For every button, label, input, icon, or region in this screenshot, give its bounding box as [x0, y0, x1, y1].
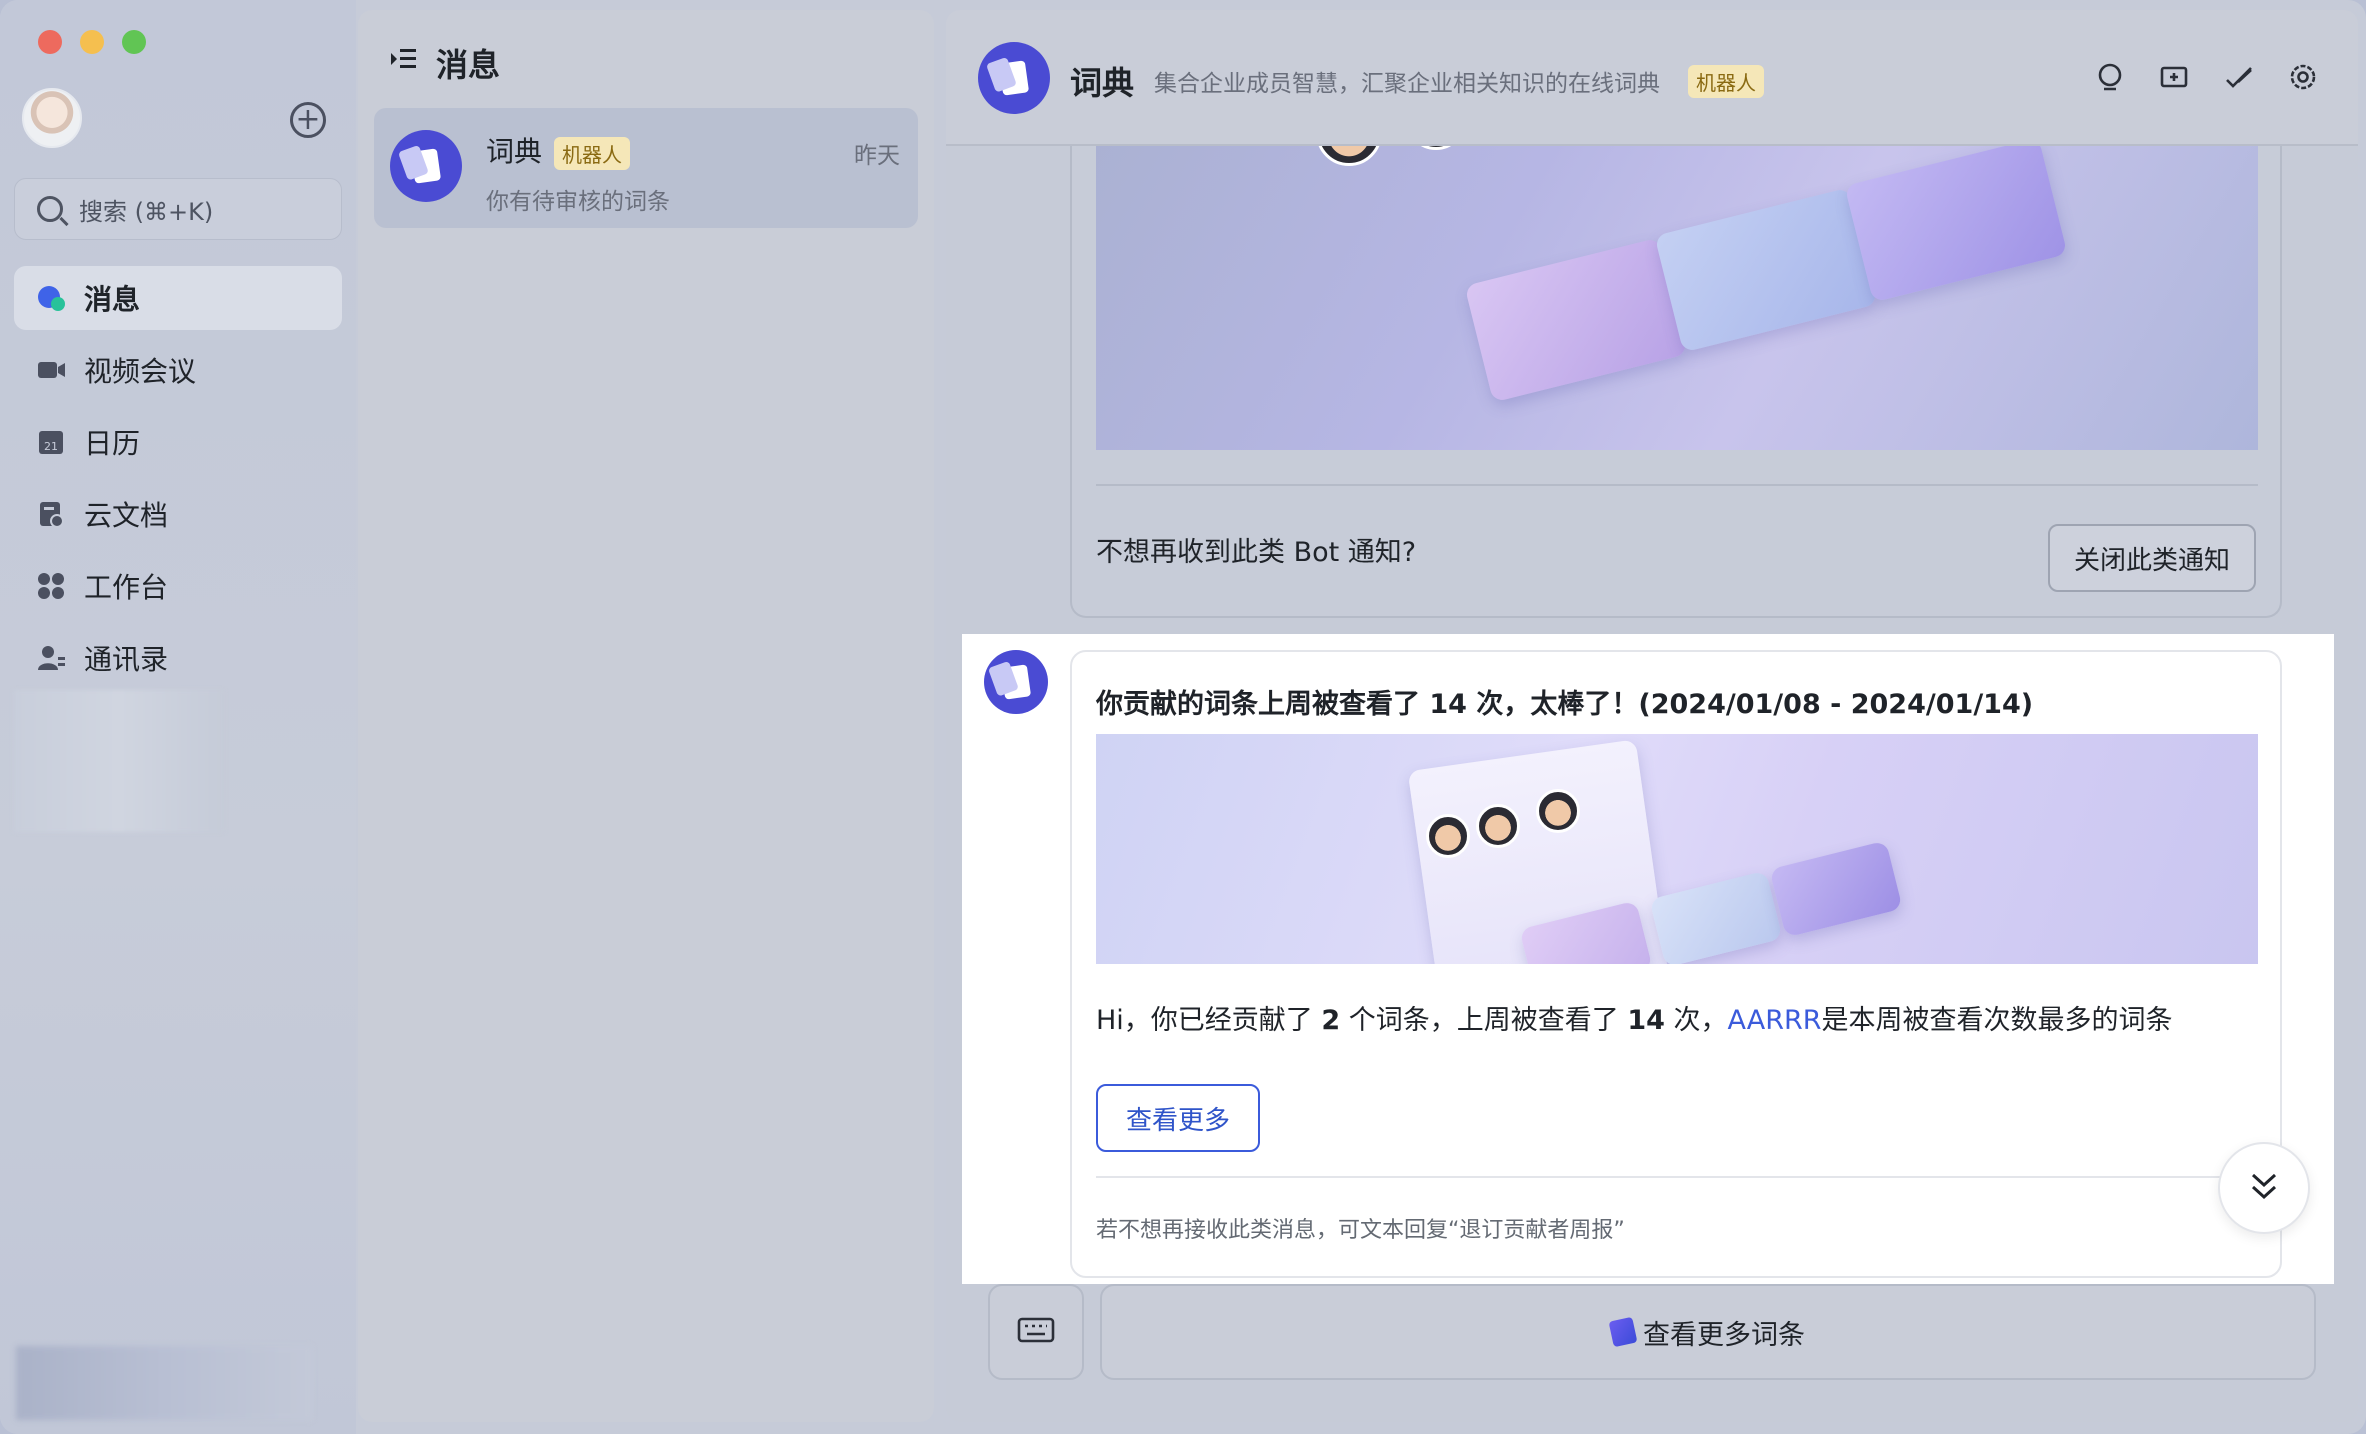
chat-list-title: 消息	[436, 46, 501, 84]
scroll-to-bottom-button[interactable]	[2218, 1142, 2310, 1234]
docs-icon	[36, 499, 66, 529]
chat-list-item[interactable]: 词典 机器人 昨天 你有待审核的词条	[374, 108, 918, 228]
bot-badge: 机器人	[1688, 64, 1765, 98]
keyboard-button[interactable]	[988, 1284, 1084, 1380]
dictionary-icon	[998, 60, 1030, 96]
message-card-previous: 不想再收到此类 Bot 通知? 关闭此类通知	[1070, 110, 2282, 618]
add-icon[interactable]: +	[290, 102, 326, 138]
calendar-icon: 21	[36, 427, 66, 457]
list-toggle-icon[interactable]	[388, 44, 418, 82]
blurred-region	[16, 1346, 312, 1420]
bot-avatar	[390, 130, 462, 202]
add-tab-icon[interactable]	[2160, 62, 2190, 92]
contrib-count: 2	[1321, 1005, 1341, 1036]
chat-list-header: 消息	[388, 40, 500, 86]
sidebar-item-docs[interactable]: 云文档	[14, 482, 342, 546]
sidebar-item-label: 通讯录	[84, 643, 169, 676]
close-notification-button[interactable]: 关闭此类通知	[2047, 524, 2256, 592]
unsubscribe-hint: 若不想再接收此类消息，可文本回复“退订贡献者周报”	[1096, 1218, 1625, 1243]
card-body: Hi，你已经贡献了 2 个词条，上周被查看了 14 次，AARRR是本周被查看次…	[1096, 998, 2173, 1037]
sidebar-item-label: 视频会议	[84, 355, 197, 388]
sidebar-item-calendar[interactable]: 21 日历	[14, 410, 342, 474]
view-more-button[interactable]: 查看更多	[1096, 1084, 1260, 1152]
search-icon[interactable]	[2096, 62, 2126, 92]
bot-avatar[interactable]	[984, 650, 1048, 714]
workspace-icon	[36, 571, 66, 601]
button-label: 查看更多词条	[1643, 1319, 1805, 1351]
chat-preview: 你有待审核的词条	[486, 189, 670, 215]
views-count: 14	[1627, 1005, 1665, 1036]
chat-title: 词典	[1070, 64, 1135, 102]
sidebar-nav: 消息 视频会议 21 日历 云文档 工作台 通讯录	[14, 266, 342, 698]
banner-image	[1096, 110, 2258, 450]
body-text: 个词条，上周被查看了	[1340, 1005, 1628, 1036]
video-icon	[36, 355, 66, 385]
sidebar-item-label: 消息	[84, 283, 141, 316]
chevron-double-down-icon	[2247, 1169, 2281, 1207]
dictionary-icon	[410, 148, 442, 184]
app-window: + 搜索 (⌘+K) 消息 视频会议 21 日历 云文档 工作台 通讯录 消息 …	[0, 0, 2366, 1434]
blurred-region	[14, 690, 224, 832]
sidebar-item-label: 云文档	[84, 499, 169, 532]
dictionary-icon	[1608, 1316, 1638, 1348]
search-input[interactable]: 搜索 (⌘+K)	[14, 178, 342, 240]
minimize-window-button[interactable]	[80, 30, 104, 54]
term-link[interactable]: AARRR	[1728, 1005, 1822, 1036]
zoom-window-button[interactable]	[122, 30, 146, 54]
search-placeholder: 搜索 (⌘+K)	[79, 197, 214, 226]
keyboard-icon	[1017, 1315, 1055, 1349]
body-text: 次，	[1664, 1005, 1728, 1036]
bot-badge: 机器人	[554, 136, 631, 170]
sidebar-item-label: 工作台	[84, 571, 169, 604]
body-text: Hi，你已经贡献了	[1096, 1005, 1322, 1036]
calendar-day-text: 21	[44, 440, 58, 453]
contacts-icon	[36, 643, 66, 673]
card-title: 你贡献的词条上周被查看了 14 次，太棒了！(2024/01/08 - 2024…	[1096, 689, 2034, 720]
window-controls	[38, 30, 146, 54]
bot-avatar[interactable]	[978, 42, 1050, 114]
chat-time: 昨天	[854, 143, 900, 169]
sidebar-item-label: 日历	[84, 427, 141, 460]
header-toolbar	[2096, 62, 2318, 92]
sidebar-item-messages[interactable]: 消息	[14, 266, 342, 330]
chat-header: 词典 集合企业成员智慧，汇聚企业相关知识的在线词典 机器人	[946, 10, 2358, 146]
chat-name: 词典	[486, 135, 543, 168]
message-icon	[36, 283, 66, 313]
chat-list-panel: 消息 词典 机器人 昨天 你有待审核的词条	[358, 10, 934, 1422]
chat-description: 集合企业成员智慧，汇聚企业相关知识的在线词典	[1154, 71, 1661, 97]
search-icon	[37, 196, 63, 222]
user-avatar[interactable]	[22, 88, 82, 148]
dictionary-icon	[1000, 664, 1032, 700]
sidebar-item-video-meeting[interactable]: 视频会议	[14, 338, 342, 402]
sidebar-item-workspace[interactable]: 工作台	[14, 554, 342, 618]
body-text: 是本周被查看次数最多的词条	[1821, 1005, 2173, 1036]
edit-icon[interactable]	[2224, 62, 2254, 92]
sidebar-item-contacts[interactable]: 通讯录	[14, 626, 342, 690]
left-rail: + 搜索 (⌘+K) 消息 视频会议 21 日历 云文档 工作台 通讯录	[0, 0, 356, 1434]
close-window-button[interactable]	[38, 30, 62, 54]
chat-pane: 不想再收到此类 Bot 通知? 关闭此类通知 词典 集合企业成员智慧，汇聚企业相…	[946, 10, 2358, 1422]
banner-image	[1096, 734, 2258, 964]
notice-text: 不想再收到此类 Bot 通知?	[1096, 537, 1417, 568]
message-card-weekly-report: 你贡献的词条上周被查看了 14 次，太棒了！(2024/01/08 - 2024…	[1070, 650, 2282, 1278]
view-more-terms-button[interactable]: 查看更多词条	[1100, 1284, 2316, 1380]
settings-icon[interactable]	[2288, 62, 2318, 92]
